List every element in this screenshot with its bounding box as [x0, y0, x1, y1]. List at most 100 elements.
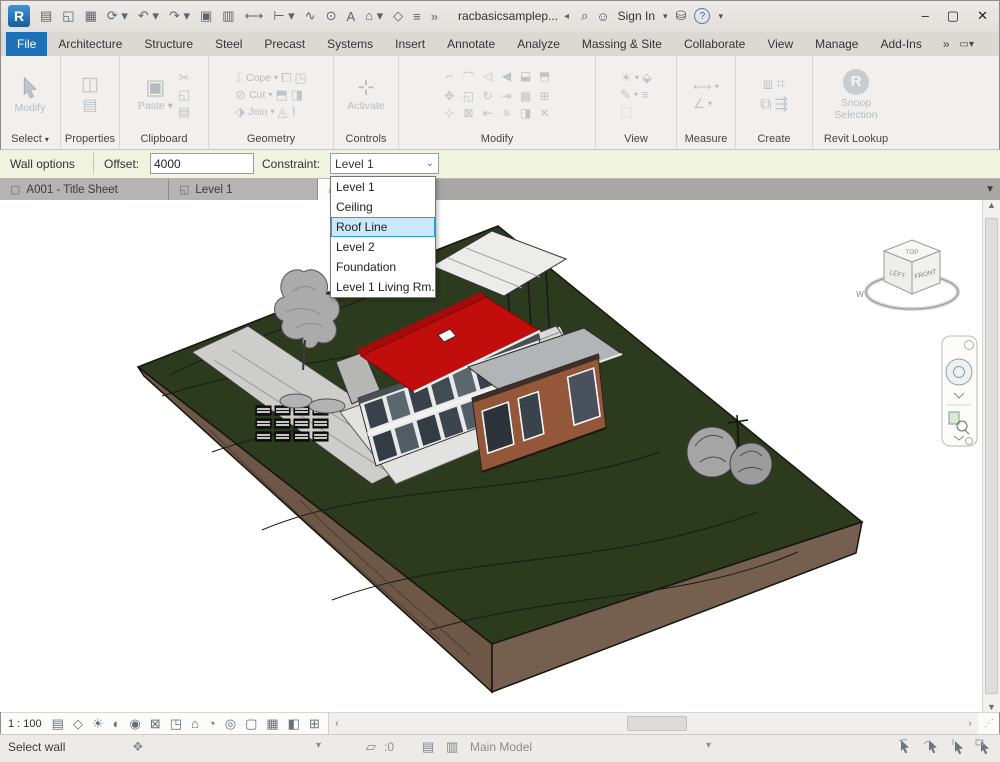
mirror-pick-icon[interactable]: ◁: [481, 69, 493, 86]
select-links-toggle[interactable]: [897, 738, 914, 755]
viewcube[interactable]: TOP LEFT FRONT W: [856, 240, 958, 309]
design-options-dialog-icon[interactable]: ▥: [446, 739, 458, 755]
offset-input[interactable]: [150, 153, 254, 174]
hide-elements-icon[interactable]: ☀: [620, 71, 632, 84]
reveal-constraints-icon[interactable]: ⊞: [309, 716, 320, 732]
tab-add-ins[interactable]: Add-Ins: [869, 32, 932, 56]
linework-icon[interactable]: ≡: [641, 88, 649, 101]
type-properties-icon[interactable]: ▤: [82, 98, 97, 114]
view-tab-overflow-icon[interactable]: ▼: [985, 179, 1000, 200]
cube-icon[interactable]: ⬙: [642, 71, 652, 84]
ribbon-collapse-icon[interactable]: ▭▾: [960, 39, 974, 50]
pin-icon[interactable]: ⊹: [443, 106, 455, 120]
measure-tool-icon[interactable]: ⟷: [693, 80, 712, 93]
thin-lines-icon[interactable]: ≡: [409, 9, 425, 24]
tab-manage[interactable]: Manage: [804, 32, 869, 56]
dimension-tool-icon[interactable]: ∠: [693, 97, 705, 110]
sun-path-icon[interactable]: ☀: [92, 716, 104, 732]
scroll-left-icon[interactable]: ‹: [329, 713, 345, 734]
unpin-icon[interactable]: ⊠: [462, 106, 474, 120]
tab-analyze[interactable]: Analyze: [506, 32, 571, 56]
dropdown-item-ceiling[interactable]: Ceiling: [331, 197, 435, 217]
title-collapse-icon[interactable]: ◂: [564, 11, 569, 22]
properties-icon[interactable]: ◫: [81, 75, 99, 94]
align-icon[interactable]: ⌐: [443, 69, 455, 86]
tab-systems[interactable]: Systems: [316, 32, 384, 56]
join-geometry-button[interactable]: ⬗Join▾◬⌇: [235, 105, 297, 118]
cut-to-clipboard-icon[interactable]: ✂: [179, 71, 190, 84]
dropdown-item-roof-line[interactable]: Roof Line: [331, 217, 435, 237]
copy-icon[interactable]: ◱: [462, 89, 474, 103]
measure-icon[interactable]: ⟷: [241, 8, 268, 24]
default-3d-view-icon[interactable]: ⌂ ▾: [361, 8, 387, 24]
navigation-bar[interactable]: [942, 336, 977, 446]
tab-structure[interactable]: Structure: [133, 32, 204, 56]
paste-button[interactable]: ▣Paste ▾: [138, 77, 173, 112]
tab-view[interactable]: View: [756, 32, 804, 56]
scroll-up-icon[interactable]: ▲: [987, 200, 996, 210]
mirror-axis-icon[interactable]: ◀: [501, 69, 513, 86]
design-options-icon[interactable]: ▤: [422, 739, 434, 755]
tab-overflow-icon[interactable]: »: [943, 37, 950, 51]
vertical-scroll-thumb[interactable]: [985, 218, 998, 694]
temporary-view-properties-icon[interactable]: ▢: [245, 716, 257, 732]
tab-file[interactable]: File: [6, 32, 47, 56]
create-similar-icon[interactable]: ⇶: [775, 97, 788, 113]
workset-chevron-icon[interactable]: ▾: [316, 740, 321, 751]
print-setup-icon[interactable]: ▥: [218, 8, 238, 24]
rotate-icon[interactable]: ↻: [481, 89, 493, 103]
maximize-button[interactable]: ▢: [947, 8, 959, 24]
detail-level-icon[interactable]: ▤: [52, 716, 64, 732]
create-assembly-icon[interactable]: ⌗: [776, 77, 785, 93]
visual-style-icon[interactable]: ◇: [73, 716, 83, 732]
resize-grip[interactable]: ⋰: [978, 713, 1000, 734]
open-icon[interactable]: ◱: [58, 8, 78, 24]
sign-in-button[interactable]: Sign In: [618, 9, 655, 23]
design-option-chevron-icon[interactable]: ▾: [706, 740, 711, 751]
aligned-dimension-icon[interactable]: ⊢ ▾: [269, 8, 298, 24]
dropdown-item-level-2[interactable]: Level 2: [331, 237, 435, 257]
match-icon[interactable]: ≡: [501, 106, 513, 120]
snoop-selection-button[interactable]: R Snoop Selection: [824, 69, 888, 121]
drawing-area[interactable]: TOP LEFT FRONT W ▲ ▼: [0, 200, 1000, 712]
tab-precast[interactable]: Precast: [253, 32, 316, 56]
section-icon[interactable]: ◇: [389, 8, 407, 24]
displacement-sets-icon[interactable]: ◧: [288, 716, 300, 732]
redo-icon[interactable]: ↷ ▾: [165, 8, 194, 24]
print-icon[interactable]: ▣: [196, 8, 216, 24]
scroll-right-icon[interactable]: ›: [962, 713, 978, 734]
horizontal-scroll-thumb[interactable]: [627, 716, 687, 731]
shadows-icon[interactable]: ◐: [113, 716, 121, 732]
offset-icon[interactable]: ⌒: [462, 69, 474, 86]
tab-annotate[interactable]: Annotate: [436, 32, 506, 56]
tab-steel[interactable]: Steel: [204, 32, 253, 56]
cut-geometry-button[interactable]: ⊘Cut▾⬒◨: [235, 88, 303, 101]
split-icon[interactable]: ⬓: [520, 69, 532, 86]
help-chevron-icon[interactable]: ▾: [718, 11, 723, 22]
design-option-select[interactable]: Main Model: [470, 740, 532, 754]
activate-controls-button[interactable]: ⊹Activate: [347, 77, 384, 112]
scroll-down-icon[interactable]: ▼: [987, 702, 996, 712]
tab-massing-site[interactable]: Massing & Site: [571, 32, 673, 56]
constraint-select[interactable]: Level 1 ⌄: [330, 153, 439, 174]
dropdown-item-foundation[interactable]: Foundation: [331, 257, 435, 277]
tab-collaborate[interactable]: Collaborate: [673, 32, 756, 56]
create-group-icon[interactable]: ⧈: [763, 77, 773, 93]
temporary-hide-isolate-icon[interactable]: ◔: [208, 716, 216, 732]
qat-overflow-icon[interactable]: »: [427, 9, 442, 24]
modify-button[interactable]: Modify: [15, 76, 46, 114]
match-type-icon[interactable]: ▤: [178, 105, 190, 118]
trim-icon[interactable]: ⇥: [501, 89, 513, 103]
scale-icon[interactable]: ⊞: [539, 89, 551, 103]
minimize-button[interactable]: –: [922, 8, 929, 24]
sign-in-chevron-icon[interactable]: ▾: [663, 11, 668, 22]
select-underlay-toggle[interactable]: [923, 738, 940, 755]
crop-view-icon[interactable]: ⊠: [150, 716, 161, 732]
analytical-model-icon[interactable]: ▦: [266, 716, 278, 732]
paint-icon[interactable]: ◨: [520, 106, 532, 120]
create-parts-icon[interactable]: ⧉: [760, 97, 771, 113]
view-tab-title-sheet[interactable]: ▢ A001 - Title Sheet: [0, 179, 169, 200]
split-gap-icon[interactable]: ⬒: [539, 69, 551, 86]
text-icon[interactable]: A: [343, 9, 360, 24]
app-store-cart-icon[interactable]: ⛁: [676, 8, 687, 24]
